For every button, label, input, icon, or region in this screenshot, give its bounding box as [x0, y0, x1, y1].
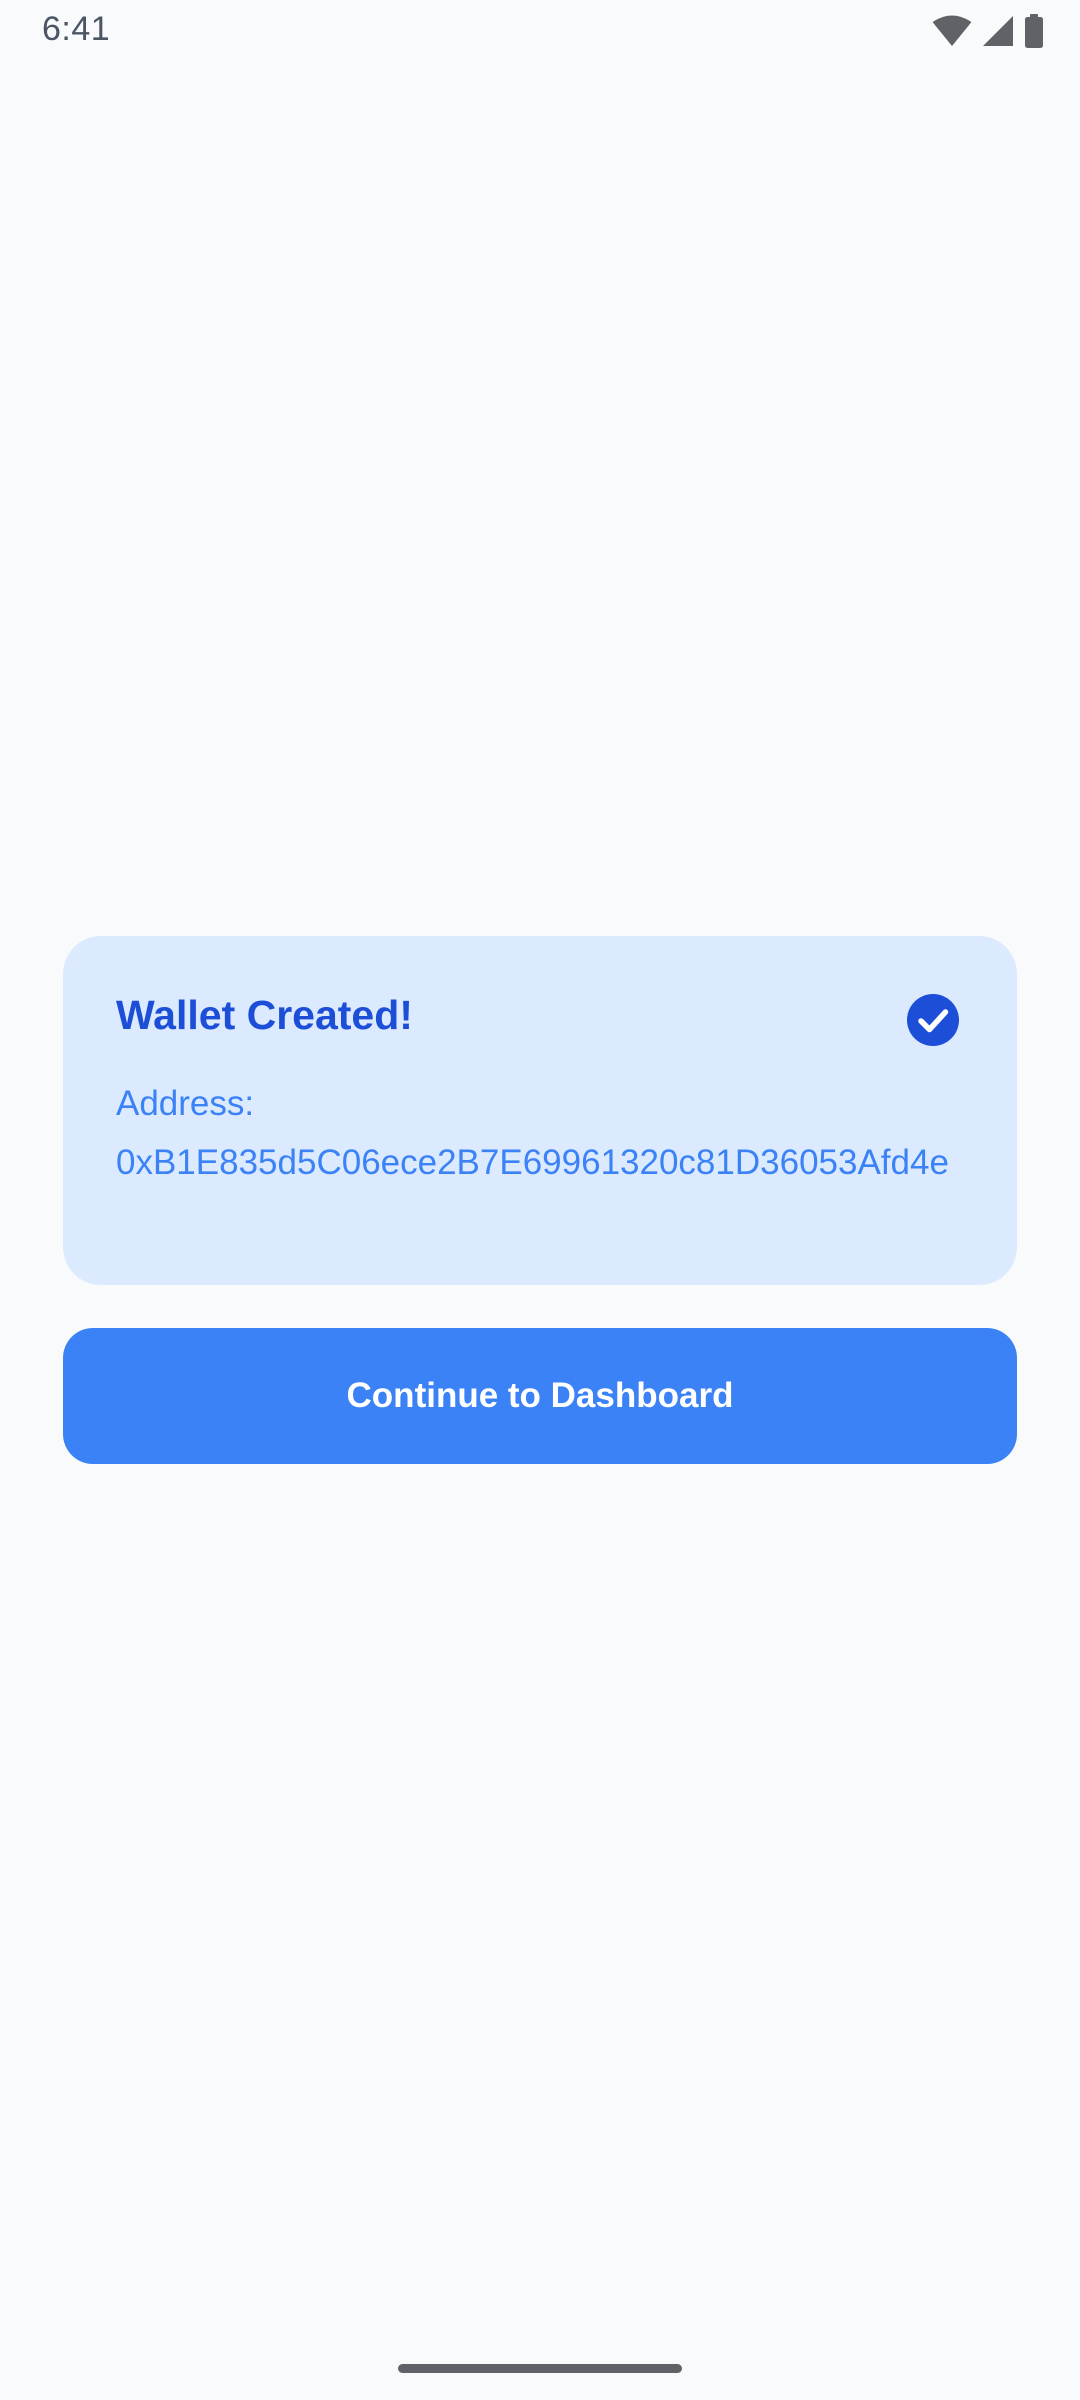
check-circle-icon	[906, 993, 960, 1047]
address-label: Address:	[116, 1084, 255, 1123]
wifi-icon	[932, 15, 972, 47]
continue-to-dashboard-button[interactable]: Continue to Dashboard	[63, 1328, 1017, 1464]
cell-signal-icon	[982, 15, 1014, 47]
status-icons	[932, 12, 1044, 50]
status-time: 6:41	[42, 10, 111, 48]
card-title: Wallet Created!	[116, 992, 413, 1038]
home-indicator[interactable]	[398, 2364, 682, 2373]
status-bar: 6:41	[0, 0, 1080, 64]
wallet-created-card: Wallet Created! Address: 0xB1E835d5C06ec…	[63, 936, 1017, 1285]
battery-icon	[1024, 14, 1044, 48]
wallet-address: 0xB1E835d5C06ece2B7E69961320c81D36053Afd…	[116, 1143, 949, 1182]
